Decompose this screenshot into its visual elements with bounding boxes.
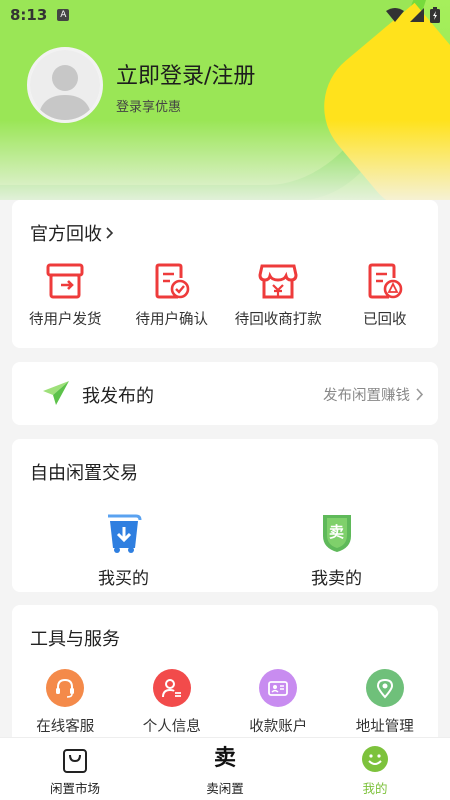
tool-personal-info[interactable]: 个人信息 bbox=[119, 669, 226, 736]
bag-icon bbox=[63, 749, 87, 773]
tools-services-title: 工具与服务 bbox=[30, 629, 120, 650]
login-register-link[interactable]: 立即登录/注册 bbox=[116, 58, 255, 90]
my-sold-label: 我卖的 bbox=[311, 569, 362, 589]
person-icon bbox=[152, 669, 191, 707]
shopping-bag-icon bbox=[107, 514, 141, 553]
sell-tag-icon: 卖 bbox=[317, 512, 357, 554]
tool-online-service[interactable]: 在线客服 bbox=[12, 669, 119, 736]
smiley-icon bbox=[362, 746, 388, 772]
tab-idle-market[interactable]: 闲置市场 bbox=[0, 738, 150, 800]
location-icon bbox=[365, 669, 404, 707]
recycle-item-awaiting-confirmation[interactable]: 待用户确认 bbox=[119, 262, 226, 329]
my-bought-label: 我买的 bbox=[98, 569, 149, 589]
official-recycle-card: 官方回收 待用户发货 待用户确认 待回收商打款 已回收 bbox=[12, 200, 438, 348]
tool-label: 地址管理 bbox=[355, 719, 414, 735]
free-trade-title: 自由闲置交易 bbox=[30, 463, 138, 484]
status-icons bbox=[386, 7, 440, 23]
avatar-placeholder-icon bbox=[30, 50, 100, 120]
tab-label: 闲置市场 bbox=[49, 781, 100, 796]
recycle-document-icon bbox=[368, 263, 403, 299]
wifi-icon bbox=[386, 8, 404, 22]
status-time: 8:13 bbox=[10, 6, 48, 24]
chevron-right-icon bbox=[416, 388, 424, 401]
battery-icon bbox=[430, 7, 440, 23]
header-fade bbox=[0, 120, 450, 200]
signal-icon bbox=[410, 8, 424, 22]
recycle-item-label: 已回收 bbox=[363, 312, 407, 328]
tab-sell-idle[interactable]: 卖 卖闲置 bbox=[150, 738, 300, 800]
tool-payment-account[interactable]: 收款账户 bbox=[225, 669, 332, 736]
shop-icon bbox=[258, 264, 298, 299]
official-recycle-link[interactable]: 官方回收 bbox=[30, 220, 114, 246]
recycle-item-label: 待用户确认 bbox=[135, 312, 209, 328]
my-published-label: 我发布的 bbox=[82, 386, 154, 407]
document-check-icon bbox=[155, 263, 190, 299]
chevron-right-icon bbox=[106, 227, 114, 239]
tool-address-management[interactable]: 地址管理 bbox=[332, 669, 439, 736]
card-icon bbox=[259, 669, 298, 707]
recycle-item-label: 待用户发货 bbox=[29, 312, 102, 328]
tab-label: 卖闲置 bbox=[206, 781, 244, 796]
publish-idle-text: 发布闲置赚钱 bbox=[323, 388, 410, 404]
publish-idle-link[interactable]: 发布闲置赚钱 bbox=[323, 384, 424, 405]
tab-label: 我的 bbox=[362, 781, 388, 796]
avatar[interactable] bbox=[27, 47, 103, 123]
login-benefit-text: 登录享优惠 bbox=[116, 100, 182, 115]
my-sold-button[interactable]: 卖 我卖的 bbox=[311, 512, 362, 589]
notification-a-icon: A bbox=[57, 9, 70, 21]
bottom-tab-bar: 闲置市场 卖 卖闲置 我的 bbox=[0, 737, 450, 800]
sell-badge-text: 卖 bbox=[328, 523, 344, 541]
recycle-item-label: 待回收商打款 bbox=[234, 312, 322, 328]
tool-label: 在线客服 bbox=[36, 719, 95, 735]
tools-services-card: 工具与服务 在线客服 个人信息 收款账户 地址管理 bbox=[12, 605, 438, 750]
tool-label: 收款账户 bbox=[249, 719, 308, 735]
tool-label: 个人信息 bbox=[142, 719, 201, 735]
paper-plane-icon bbox=[43, 381, 69, 405]
tab-mine[interactable]: 我的 bbox=[300, 738, 450, 800]
my-published-row[interactable]: 我发布的 发布闲置赚钱 bbox=[12, 362, 438, 425]
recycle-status-grid: 待用户发货 待用户确认 待回收商打款 已回收 bbox=[12, 262, 438, 329]
box-icon bbox=[46, 263, 84, 299]
recycle-item-awaiting-shipment[interactable]: 待用户发货 bbox=[12, 262, 119, 329]
free-trade-card: 自由闲置交易 bbox=[12, 439, 438, 592]
official-recycle-title: 官方回收 bbox=[30, 224, 102, 245]
sell-icon: 卖 bbox=[213, 746, 236, 771]
status-bar: 8:13 A bbox=[0, 0, 450, 30]
recycle-item-recycled[interactable]: 已回收 bbox=[332, 262, 439, 329]
headset-icon bbox=[46, 669, 85, 707]
recycle-item-awaiting-payment[interactable]: 待回收商打款 bbox=[225, 262, 332, 329]
my-bought-button[interactable]: 我买的 bbox=[98, 512, 149, 589]
tools-grid: 在线客服 个人信息 收款账户 地址管理 bbox=[12, 669, 438, 736]
